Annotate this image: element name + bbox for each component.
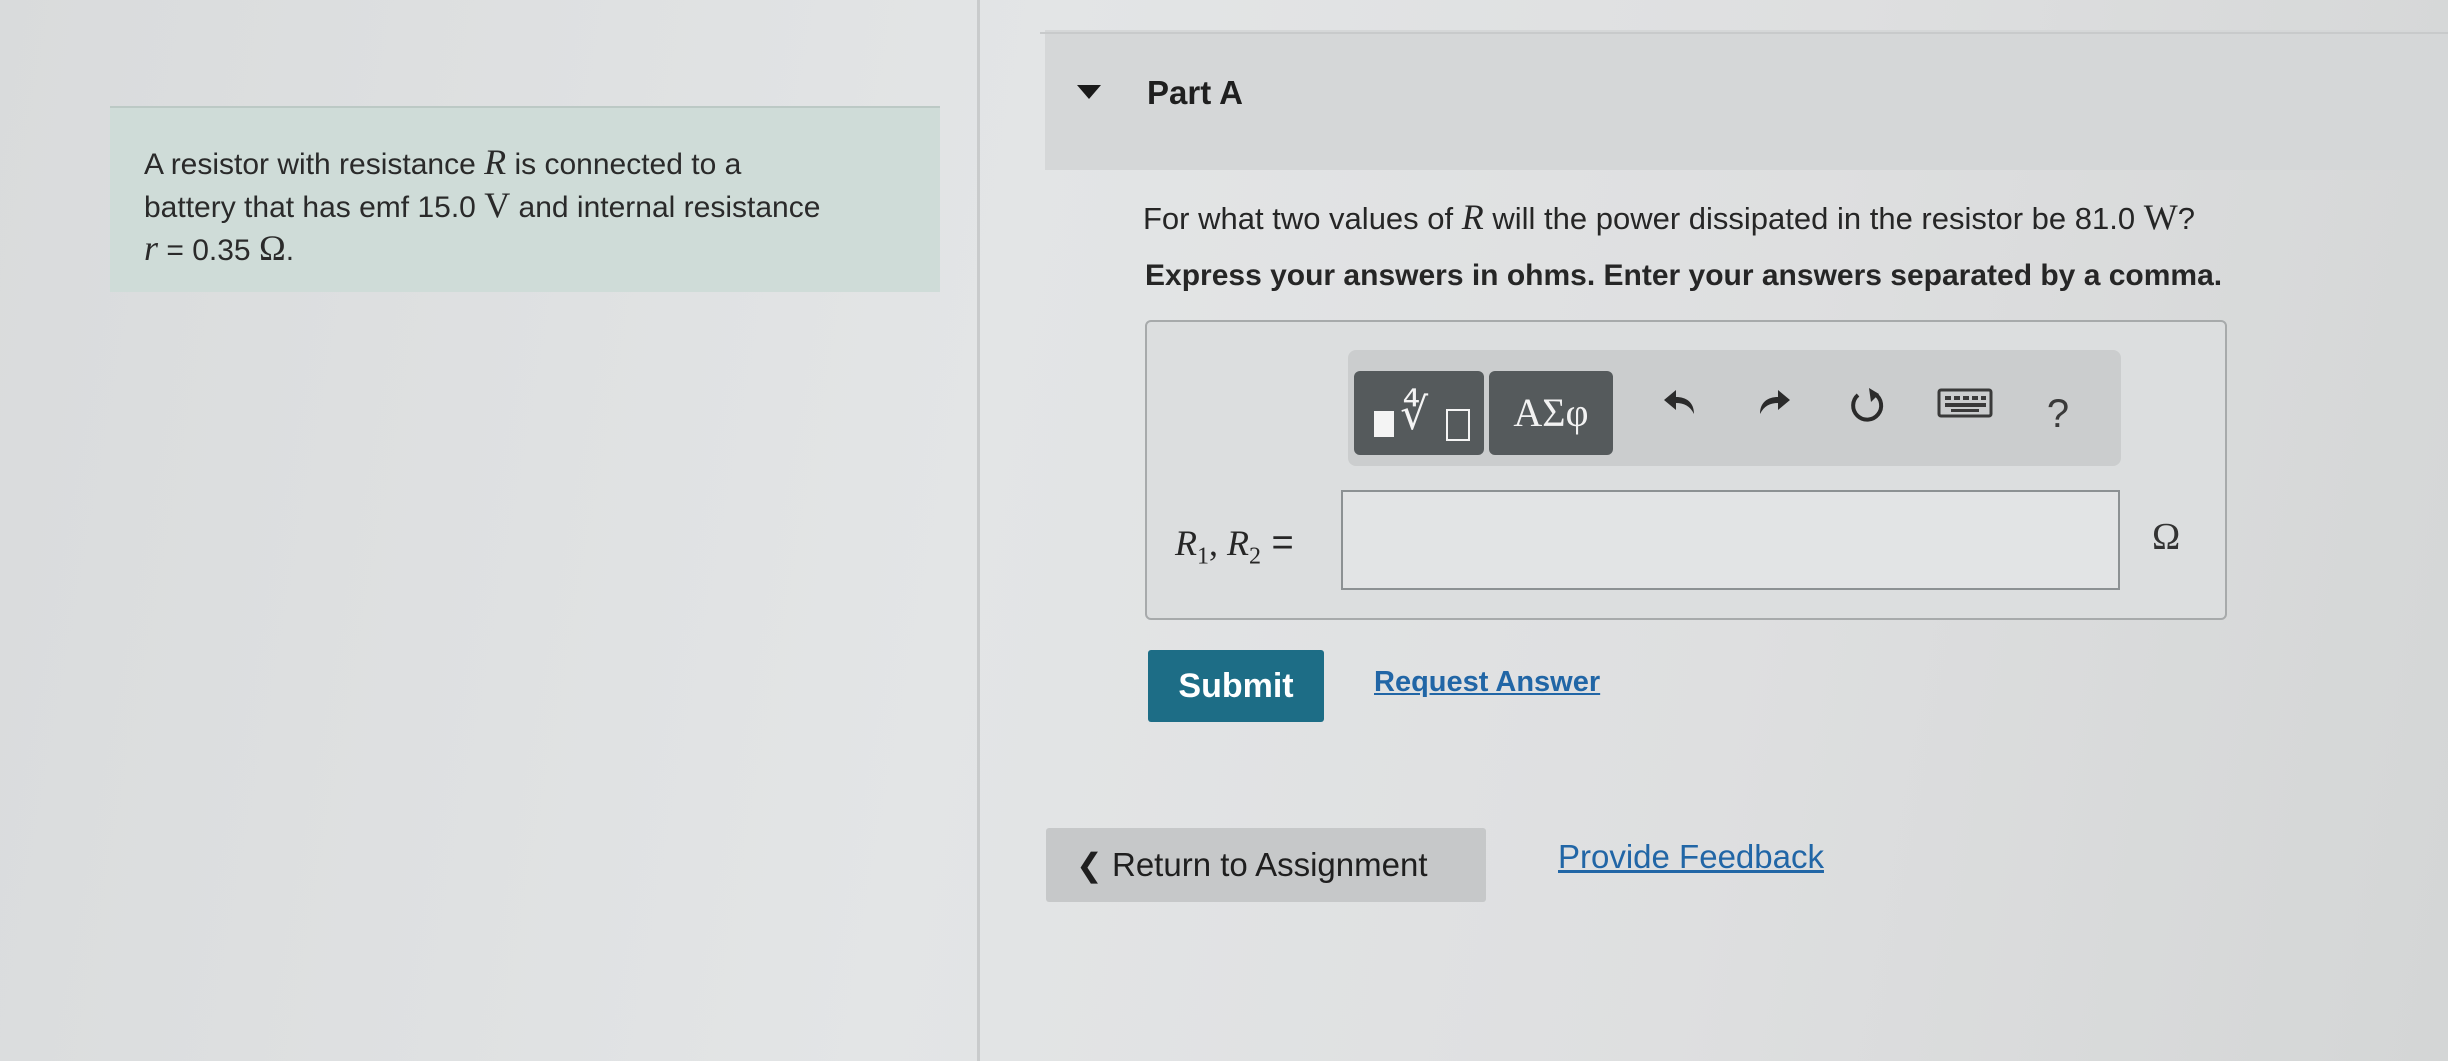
- undo-glyph: [1664, 390, 1694, 414]
- chevron-left-icon: ❮: [1076, 846, 1103, 884]
- answer-instructions: Express your answers in ohms. Enter your…: [1145, 259, 2223, 292]
- var-r: r: [144, 228, 159, 268]
- problem-panel: A resistor with resistance R is connecte…: [0, 0, 978, 1061]
- unit-ohms: Ω: [258, 228, 286, 268]
- keyboard-icon[interactable]: [1930, 384, 2000, 444]
- radical-icon: ∜: [1400, 389, 1429, 440]
- template-box-icon: [1446, 409, 1470, 441]
- redo-icon[interactable]: [1744, 384, 1804, 444]
- greek-symbols-button[interactable]: ΑΣφ: [1489, 371, 1613, 455]
- unit-volts: V: [484, 185, 511, 225]
- answer-variable-label: R1, R2 =: [1175, 522, 1294, 570]
- reset-glyph: [1851, 388, 1884, 422]
- math-toolbar: ∜ ΑΣφ ?: [1348, 350, 2121, 466]
- unit-watts: W: [2143, 197, 2178, 237]
- var-R: R: [484, 142, 507, 182]
- return-label: Return to Assignment: [1112, 846, 1428, 883]
- request-answer-link[interactable]: Request Answer: [1374, 666, 1600, 699]
- part-header[interactable]: [1045, 30, 2448, 170]
- provide-feedback-link[interactable]: Provide Feedback: [1558, 838, 1824, 876]
- answer-input[interactable]: [1341, 490, 2120, 590]
- part-header-rule: [1040, 32, 2448, 34]
- templates-button[interactable]: ∜: [1354, 371, 1484, 455]
- problem-statement: A resistor with resistance R is connecte…: [144, 142, 821, 268]
- keyboard-glyph: [1937, 388, 1993, 418]
- submit-button[interactable]: Submit: [1148, 650, 1324, 722]
- var-R: R: [1461, 197, 1484, 237]
- template-block-icon: [1374, 411, 1394, 437]
- problem-statement-box: A resistor with resistance R is connecte…: [110, 106, 940, 292]
- help-button[interactable]: ?: [2028, 384, 2088, 444]
- caret-down-icon[interactable]: [1077, 85, 1101, 99]
- part-title[interactable]: Part A: [1147, 74, 1243, 112]
- answer-unit: Ω: [2152, 516, 2181, 558]
- redo-glyph: [1760, 390, 1790, 414]
- reset-icon[interactable]: [1837, 384, 1897, 444]
- question-text: For what two values of R will the power …: [1143, 197, 2195, 237]
- panel-divider: [977, 0, 980, 1061]
- undo-icon[interactable]: [1650, 384, 1710, 444]
- return-to-assignment-button[interactable]: ❮ Return to Assignment: [1046, 828, 1486, 902]
